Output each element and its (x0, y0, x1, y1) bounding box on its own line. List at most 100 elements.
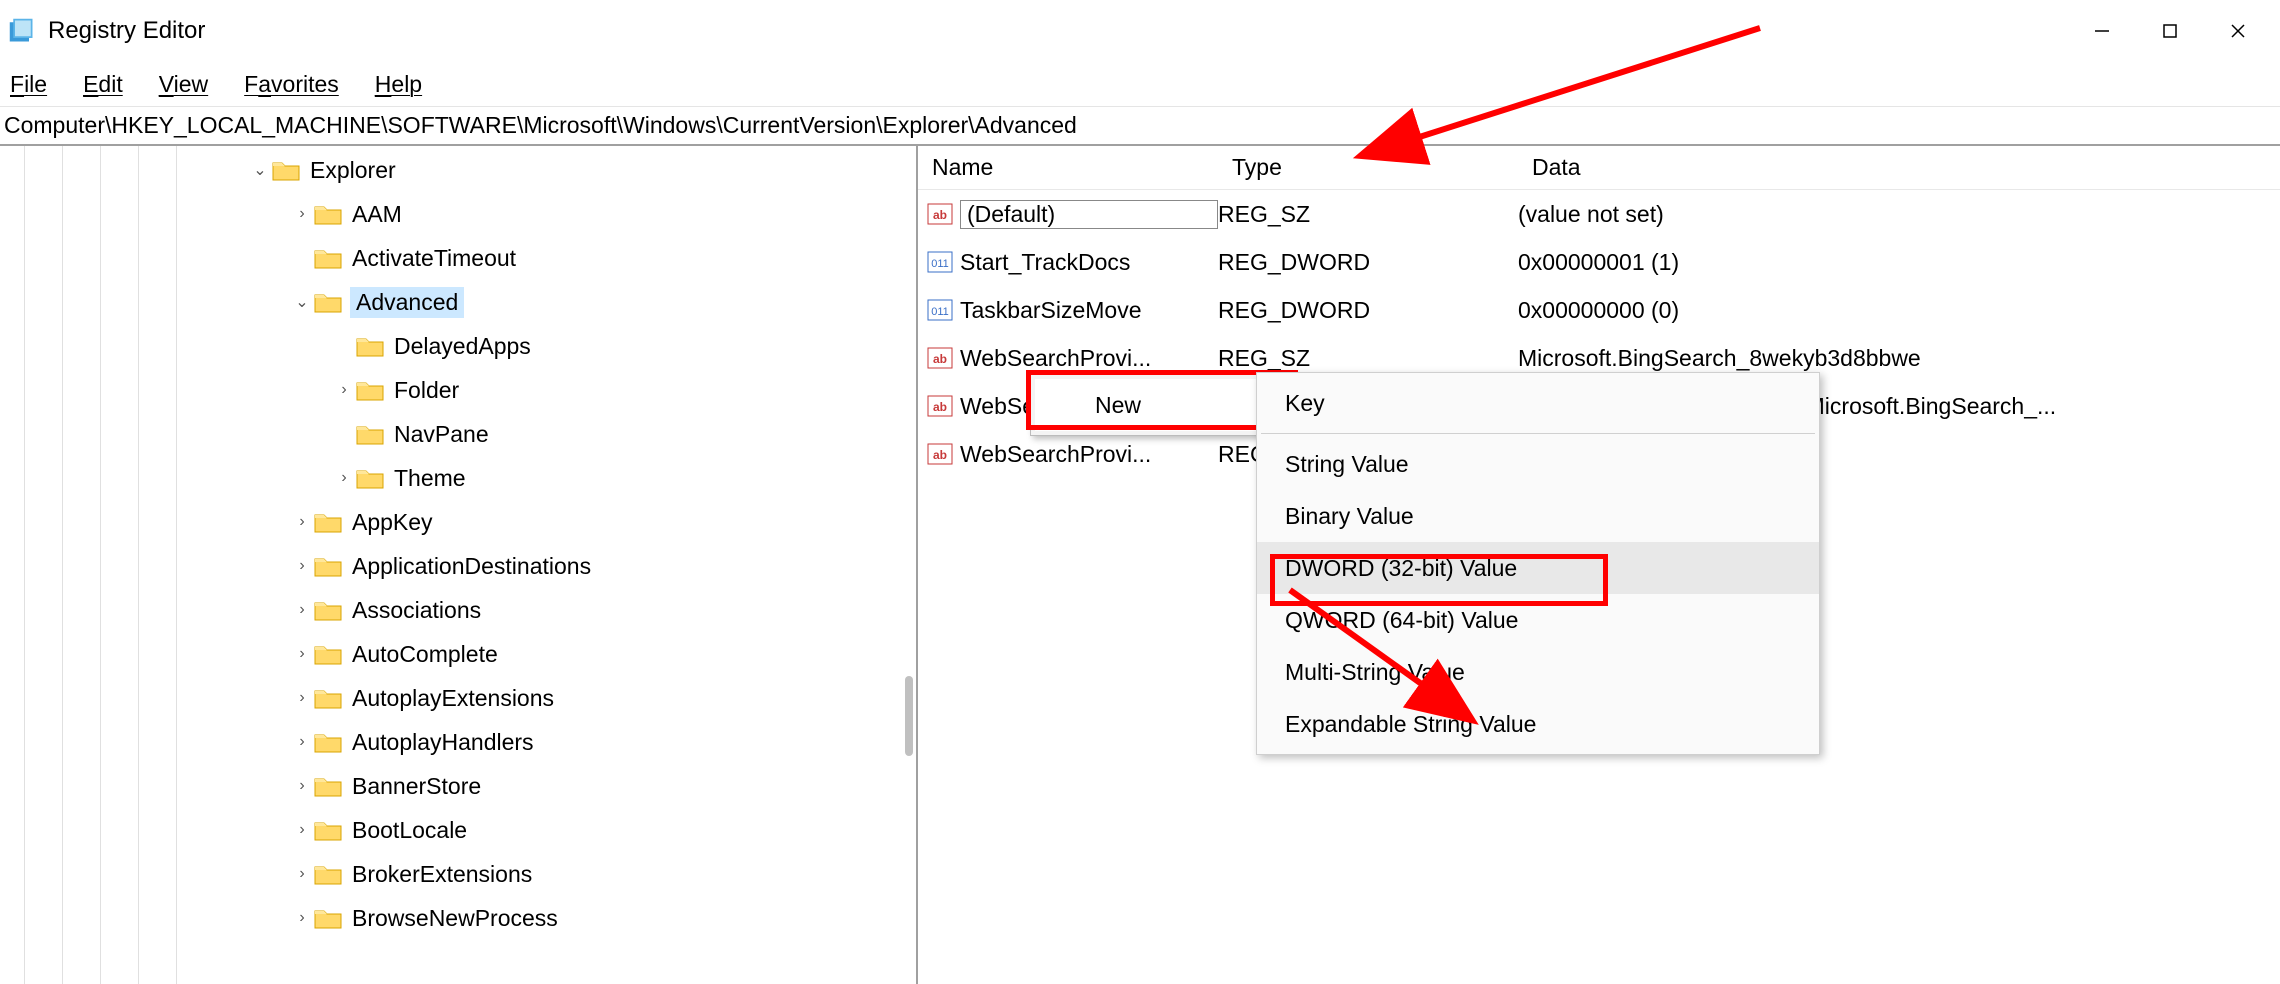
tree-item[interactable]: ›AutoplayExtensions (0, 676, 916, 720)
value-icon: ab (926, 200, 954, 228)
folder-icon (314, 863, 342, 885)
chevron-right-icon[interactable]: › (290, 513, 314, 531)
tree-item[interactable]: ActivateTimeout (0, 236, 916, 280)
submenu-item[interactable]: QWORD (64-bit) Value (1257, 594, 1819, 646)
chevron-right-icon[interactable]: › (290, 909, 314, 927)
context-menu-new-label: New (1095, 392, 1141, 419)
maximize-button[interactable] (2136, 7, 2204, 55)
chevron-right-icon[interactable]: › (290, 601, 314, 619)
tree-label: AAM (350, 199, 404, 230)
minimize-button[interactable] (2068, 7, 2136, 55)
value-row[interactable]: 011TaskbarSizeMoveREG_DWORD0x00000000 (0… (918, 286, 2280, 334)
chevron-right-icon[interactable]: › (290, 205, 314, 223)
tree-item[interactable]: › ApplicationDestinations (0, 544, 916, 588)
tree-label: Folder (392, 375, 461, 406)
folder-icon (356, 467, 384, 489)
window-title: Registry Editor (48, 17, 205, 45)
chevron-right-icon[interactable]: › (290, 777, 314, 795)
value-name: WebSearchProvi... (960, 345, 1218, 372)
submenu-label: String Value (1285, 451, 1409, 478)
submenu-item[interactable]: DWORD (32-bit) Value (1257, 542, 1819, 594)
value-icon: ab (926, 344, 954, 372)
tree-item[interactable]: DelayedApps (0, 324, 916, 368)
value-data: 0x00000000 (0) (1518, 297, 2280, 324)
svg-text:011: 011 (931, 258, 949, 270)
svg-text:ab: ab (933, 448, 947, 462)
tree-label: BrokerExtensions (350, 859, 534, 890)
tree-item[interactable]: ›BannerStore (0, 764, 916, 808)
menu-favorites[interactable]: Favorites (240, 69, 343, 100)
folder-icon (314, 907, 342, 929)
tree-label: AutoplayHandlers (350, 727, 536, 758)
folder-icon (356, 335, 384, 357)
chevron-right-icon[interactable]: › (290, 733, 314, 751)
tree-item[interactable]: › AutoComplete (0, 632, 916, 676)
folder-icon (314, 599, 342, 621)
value-name: WebSearchProvi... (960, 441, 1218, 468)
tree-item[interactable]: NavPane (0, 412, 916, 456)
value-name: Start_TrackDocs (960, 249, 1218, 276)
value-data: (value not set) (1518, 201, 2280, 228)
chevron-down-icon[interactable]: ⌄ (290, 292, 314, 312)
chevron-right-icon[interactable]: › (290, 821, 314, 839)
submenu-item[interactable]: Multi-String Value (1257, 646, 1819, 698)
address-bar[interactable]: Computer\HKEY_LOCAL_MACHINE\SOFTWARE\Mic… (0, 106, 2280, 144)
context-menu-new-item[interactable]: New ❯ (1035, 379, 1289, 431)
submenu-item[interactable]: Expandable String Value (1257, 698, 1819, 750)
svg-text:011: 011 (931, 306, 949, 318)
values-panel[interactable]: Name Type Data ab(Default)REG_SZ(value n… (918, 146, 2280, 984)
column-data[interactable]: Data (1518, 154, 2280, 181)
tree-item[interactable]: ⌄ Advanced (0, 280, 916, 324)
app-icon (8, 17, 36, 45)
tree-item[interactable]: ›AppKey (0, 500, 916, 544)
value-name: TaskbarSizeMove (960, 297, 1218, 324)
tree-label: Advanced (350, 287, 464, 318)
tree-item[interactable]: › AAM (0, 192, 916, 236)
submenu-label: Key (1285, 390, 1325, 417)
submenu-item[interactable]: String Value (1257, 438, 1819, 490)
menu-view[interactable]: View (155, 69, 212, 100)
tree-item[interactable]: › AutoplayHandlers (0, 720, 916, 764)
chevron-down-icon[interactable]: ⌄ (248, 160, 272, 180)
menu-help[interactable]: Help (371, 69, 426, 100)
tree-label: AutoComplete (350, 639, 500, 670)
chevron-right-icon[interactable]: › (290, 557, 314, 575)
tree-item[interactable]: ›Theme (0, 456, 916, 500)
chevron-right-icon[interactable]: › (332, 469, 356, 487)
chevron-right-icon[interactable]: › (290, 689, 314, 707)
folder-icon (314, 731, 342, 753)
tree-scrollbar[interactable] (905, 676, 913, 756)
value-type: REG_DWORD (1218, 249, 1518, 276)
close-button[interactable] (2204, 7, 2272, 55)
menu-file[interactable]: File (6, 69, 51, 100)
submenu-label: QWORD (64-bit) Value (1285, 607, 1518, 634)
value-icon: ab (926, 392, 954, 420)
folder-icon (272, 159, 300, 181)
tree-item[interactable]: › Folder (0, 368, 916, 412)
tree-label: NavPane (392, 419, 491, 450)
submenu-item[interactable]: Binary Value (1257, 490, 1819, 542)
column-type[interactable]: Type (1218, 154, 1518, 181)
address-path: Computer\HKEY_LOCAL_MACHINE\SOFTWARE\Mic… (4, 112, 1077, 139)
tree-item-explorer[interactable]: ⌄ Explorer (0, 148, 916, 192)
chevron-right-icon[interactable]: › (332, 381, 356, 399)
folder-icon (314, 203, 342, 225)
chevron-right-icon[interactable]: › (290, 865, 314, 883)
tree-label: Explorer (308, 155, 398, 186)
folder-icon (314, 687, 342, 709)
tree-item[interactable]: › BootLocale (0, 808, 916, 852)
value-row[interactable]: 011Start_TrackDocsREG_DWORD0x00000001 (1… (918, 238, 2280, 286)
folder-icon (314, 643, 342, 665)
tree-item[interactable]: › BrokerExtensions (0, 852, 916, 896)
chevron-right-icon[interactable]: › (290, 645, 314, 663)
folder-icon (314, 775, 342, 797)
value-row[interactable]: ab(Default)REG_SZ(value not set) (918, 190, 2280, 238)
tree-item[interactable]: ›BrowseNewProcess (0, 896, 916, 940)
tree-panel[interactable]: ⌄ Explorer › AAM ActivateTimeout ⌄ Advanced Del… (0, 146, 918, 984)
tree-label: BootLocale (350, 815, 469, 846)
tree-item[interactable]: ›Associations (0, 588, 916, 632)
column-name[interactable]: Name (918, 154, 1218, 181)
menu-edit[interactable]: Edit (79, 69, 127, 100)
submenu-item[interactable]: Key (1257, 377, 1819, 429)
tree-label: ApplicationDestinations (350, 551, 593, 582)
